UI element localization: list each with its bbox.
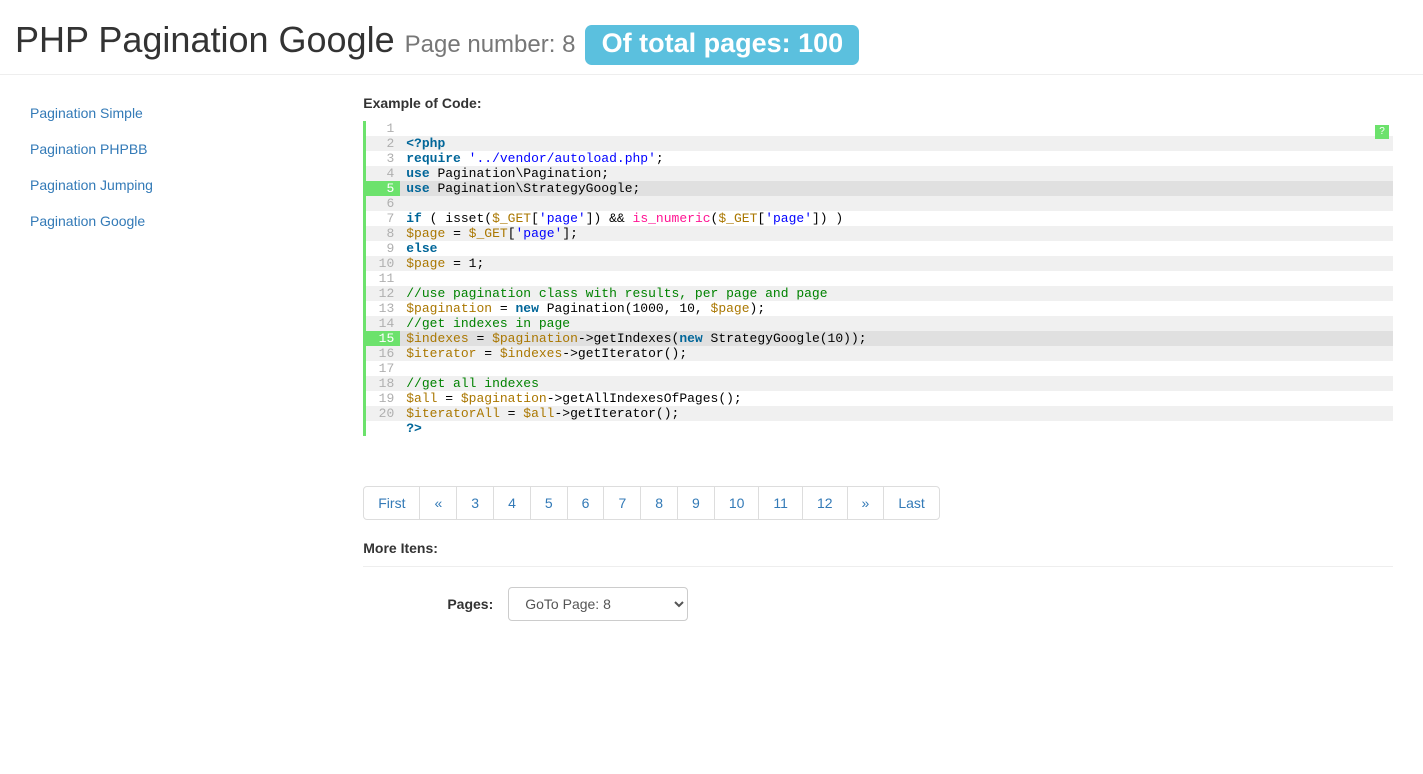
- line-number: 11: [366, 271, 400, 286]
- sidebar-item-2[interactable]: Pagination Jumping: [15, 167, 348, 203]
- page-link-8[interactable]: 8: [640, 486, 678, 520]
- pagination: First«3456789101112»Last: [363, 486, 940, 520]
- code-line: [400, 121, 1393, 136]
- sidebar-item-3[interactable]: Pagination Google: [15, 203, 348, 239]
- line-number: 18: [366, 376, 400, 391]
- code-line: ?>: [400, 421, 1393, 436]
- page-link-last[interactable]: Last: [883, 486, 939, 520]
- code-line: if ( isset($_GET['page']) && is_numeric(…: [400, 211, 1393, 226]
- code-line: [400, 196, 1393, 211]
- page-link-first[interactable]: First: [363, 486, 420, 520]
- page-link-5[interactable]: 5: [530, 486, 568, 520]
- page-link-7[interactable]: 7: [603, 486, 641, 520]
- code-line: $page = 1;: [400, 256, 1393, 271]
- line-number: 14: [366, 316, 400, 331]
- page-title: PHP Pagination Google Page number: 8 Of …: [15, 20, 1408, 65]
- line-number: 13: [366, 301, 400, 316]
- code-line: $pagination = new Pagination(1000, 10, $…: [400, 301, 1393, 316]
- code-line: //get indexes in page: [400, 316, 1393, 331]
- page-link-3[interactable]: 3: [456, 486, 494, 520]
- page-header: PHP Pagination Google Page number: 8 Of …: [0, 0, 1423, 75]
- page-link-4[interactable]: 4: [493, 486, 531, 520]
- code-line: [400, 361, 1393, 376]
- page-link-10[interactable]: 10: [714, 486, 760, 520]
- code-line: require '../vendor/autoload.php';: [400, 151, 1393, 166]
- page-link-«[interactable]: «: [419, 486, 457, 520]
- page-link-11[interactable]: 11: [758, 486, 803, 520]
- line-number: 5: [366, 181, 400, 196]
- code-line: $iterator = $indexes->getIterator();: [400, 346, 1393, 361]
- sidebar-item-0[interactable]: Pagination Simple: [15, 95, 348, 131]
- more-items-title: More Itens:: [363, 540, 1393, 556]
- sidebar-nav: Pagination SimplePagination PHPBBPaginat…: [15, 95, 348, 239]
- code-line: [400, 271, 1393, 286]
- code-table: 1 2<?php3require '../vendor/autoload.php…: [366, 121, 1393, 436]
- code-line: $all = $pagination->getAllIndexesOfPages…: [400, 391, 1393, 406]
- line-number: [366, 421, 400, 436]
- main-content: Example of Code: ? 1 2<?php3require '../…: [363, 95, 1408, 636]
- code-line: $indexes = $pagination->getIndexes(new S…: [400, 331, 1393, 346]
- goto-page-form: Pages: GoTo Page: 8: [363, 587, 1393, 621]
- subtitle: Page number: 8: [405, 31, 576, 58]
- code-line: $page = $_GET['page'];: [400, 226, 1393, 241]
- goto-page-select[interactable]: GoTo Page: 8: [508, 587, 688, 621]
- line-number: 20: [366, 406, 400, 421]
- line-number: 17: [366, 361, 400, 376]
- code-line: //use pagination class with results, per…: [400, 286, 1393, 301]
- line-number: 9: [366, 241, 400, 256]
- code-line: $iteratorAll = $all->getIterator();: [400, 406, 1393, 421]
- example-title: Example of Code:: [363, 95, 1393, 111]
- code-line: //get all indexes: [400, 376, 1393, 391]
- line-number: 8: [366, 226, 400, 241]
- line-number: 1: [366, 121, 400, 136]
- line-number: 7: [366, 211, 400, 226]
- help-icon[interactable]: ?: [1375, 125, 1389, 139]
- line-number: 10: [366, 256, 400, 271]
- code-example: ? 1 2<?php3require '../vendor/autoload.p…: [363, 121, 1393, 436]
- sidebar: Pagination SimplePagination PHPBBPaginat…: [15, 95, 363, 636]
- line-number: 4: [366, 166, 400, 181]
- line-number: 12: [366, 286, 400, 301]
- total-pages-badge: Of total pages: 100: [585, 25, 859, 65]
- line-number: 2: [366, 136, 400, 151]
- line-number: 3: [366, 151, 400, 166]
- line-number: 15: [366, 331, 400, 346]
- code-line: else: [400, 241, 1393, 256]
- line-number: 16: [366, 346, 400, 361]
- divider: [363, 566, 1393, 567]
- page-link-»[interactable]: »: [847, 486, 885, 520]
- code-line: <?php: [400, 136, 1393, 151]
- page-link-6[interactable]: 6: [567, 486, 605, 520]
- title-text: PHP Pagination Google: [15, 19, 395, 60]
- pages-label: Pages:: [363, 596, 508, 612]
- code-line: use Pagination\StrategyGoogle;: [400, 181, 1393, 196]
- code-line: use Pagination\Pagination;: [400, 166, 1393, 181]
- page-link-9[interactable]: 9: [677, 486, 715, 520]
- line-number: 6: [366, 196, 400, 211]
- line-number: 19: [366, 391, 400, 406]
- page-link-12[interactable]: 12: [802, 486, 848, 520]
- sidebar-item-1[interactable]: Pagination PHPBB: [15, 131, 348, 167]
